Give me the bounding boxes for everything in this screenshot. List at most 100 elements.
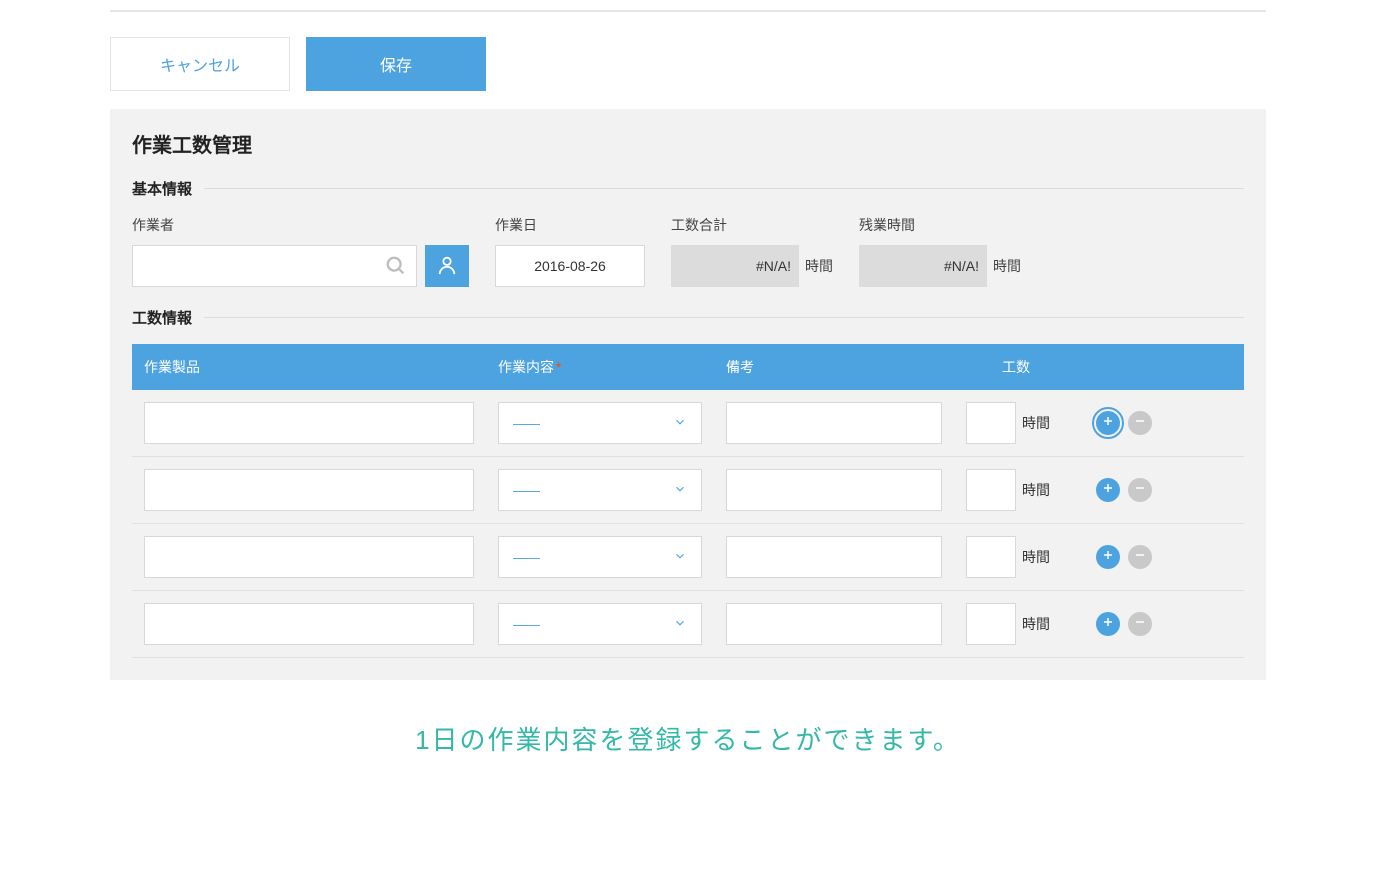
cancel-button[interactable]: キャンセル — [110, 37, 290, 91]
content-select[interactable]: —— — [498, 603, 702, 645]
add-row-button[interactable] — [1096, 478, 1120, 502]
hours-input[interactable] — [966, 469, 1016, 511]
save-button[interactable]: 保存 — [306, 37, 486, 91]
remove-row-button[interactable] — [1128, 612, 1152, 636]
worker-label: 作業者 — [132, 215, 469, 235]
worker-field-group: 作業者 — [132, 215, 469, 287]
hours-unit: 時間 — [1022, 413, 1050, 433]
hours-unit: 時間 — [1022, 614, 1050, 634]
plus-icon — [1102, 414, 1114, 432]
select-placeholder: —— — [513, 616, 539, 632]
td-hours: 時間 — [954, 603, 1078, 645]
hours-info-section-header: 工数情報 — [132, 307, 1244, 328]
minus-icon — [1134, 615, 1146, 633]
divider-line — [204, 317, 1244, 318]
select-user-button[interactable] — [425, 245, 469, 287]
select-placeholder: —— — [513, 415, 539, 431]
person-icon — [436, 254, 458, 279]
add-row-button[interactable] — [1096, 545, 1120, 569]
minus-icon — [1134, 481, 1146, 499]
th-hours: 工数 — [954, 357, 1078, 377]
td-content: —— — [486, 536, 714, 578]
table-row: —— 時間 — [132, 390, 1244, 457]
th-product: 作業製品 — [132, 357, 486, 377]
th-content: 作業内容* — [486, 357, 714, 377]
plus-icon — [1102, 481, 1114, 499]
worker-input-wrap — [132, 245, 469, 287]
td-content: —— — [486, 603, 714, 645]
product-input[interactable] — [144, 603, 474, 645]
product-input[interactable] — [144, 469, 474, 511]
td-hours: 時間 — [954, 536, 1078, 578]
td-product — [132, 469, 486, 511]
total-hours-value — [671, 245, 799, 287]
td-note — [714, 603, 954, 645]
total-hours-field-group: 工数合計 時間 — [671, 215, 833, 287]
hours-input[interactable] — [966, 603, 1016, 645]
add-row-button[interactable] — [1096, 612, 1120, 636]
table-row: —— 時間 — [132, 457, 1244, 524]
table-header-row: 作業製品 作業内容* 備考 工数 — [132, 344, 1244, 390]
table-row: —— 時間 — [132, 524, 1244, 591]
remove-row-button[interactable] — [1128, 478, 1152, 502]
add-row-button[interactable] — [1096, 411, 1120, 435]
minus-icon — [1134, 414, 1146, 432]
td-content: —— — [486, 402, 714, 444]
th-note: 備考 — [714, 357, 954, 377]
td-content: —— — [486, 469, 714, 511]
minus-icon — [1134, 548, 1146, 566]
note-input[interactable] — [726, 536, 942, 578]
select-placeholder: —— — [513, 482, 539, 498]
chevron-down-icon — [673, 549, 687, 566]
hours-unit: 時間 — [1022, 547, 1050, 567]
td-actions — [1078, 545, 1164, 569]
worker-search-wrap — [132, 245, 417, 287]
td-actions — [1078, 612, 1164, 636]
search-icon[interactable] — [375, 245, 417, 287]
note-input[interactable] — [726, 402, 942, 444]
content-select[interactable]: —— — [498, 469, 702, 511]
content-select[interactable]: —— — [498, 402, 702, 444]
chevron-down-icon — [673, 616, 687, 633]
remove-row-button[interactable] — [1128, 545, 1152, 569]
overtime-unit: 時間 — [993, 256, 1021, 276]
table-row: —— 時間 — [132, 591, 1244, 658]
basic-info-label: 基本情報 — [132, 178, 192, 199]
content-select[interactable]: —— — [498, 536, 702, 578]
product-input[interactable] — [144, 402, 474, 444]
hours-table: 作業製品 作業内容* 備考 工数 —— — [132, 344, 1244, 658]
overtime-value — [859, 245, 987, 287]
td-product — [132, 603, 486, 645]
hours-input[interactable] — [966, 402, 1016, 444]
total-hours-wrap: 時間 — [671, 245, 833, 287]
td-actions — [1078, 478, 1164, 502]
plus-icon — [1102, 548, 1114, 566]
td-note — [714, 536, 954, 578]
td-note — [714, 402, 954, 444]
remove-row-button[interactable] — [1128, 411, 1152, 435]
note-input[interactable] — [726, 603, 942, 645]
overtime-field-group: 残業時間 時間 — [859, 215, 1021, 287]
basic-info-fields: 作業者 作業日 — [132, 215, 1244, 287]
main-panel: 作業工数管理 基本情報 作業者 — [110, 109, 1266, 680]
td-actions — [1078, 411, 1164, 435]
overtime-label: 残業時間 — [859, 215, 1021, 235]
work-date-field-group: 作業日 — [495, 215, 645, 287]
product-input[interactable] — [144, 536, 474, 578]
page-container: キャンセル 保存 作業工数管理 基本情報 作業者 — [0, 10, 1376, 882]
note-input[interactable] — [726, 469, 942, 511]
work-date-input[interactable] — [495, 245, 645, 287]
th-content-label: 作業内容 — [498, 359, 554, 375]
table-body: —— 時間 — [132, 390, 1244, 658]
td-hours: 時間 — [954, 469, 1078, 511]
hours-input[interactable] — [966, 536, 1016, 578]
basic-info-section-header: 基本情報 — [132, 178, 1244, 199]
top-divider — [110, 10, 1266, 12]
hours-info-label: 工数情報 — [132, 307, 192, 328]
select-placeholder: —— — [513, 549, 539, 565]
td-note — [714, 469, 954, 511]
td-product — [132, 536, 486, 578]
td-hours: 時間 — [954, 402, 1078, 444]
action-buttons: キャンセル 保存 — [110, 37, 1266, 91]
td-product — [132, 402, 486, 444]
